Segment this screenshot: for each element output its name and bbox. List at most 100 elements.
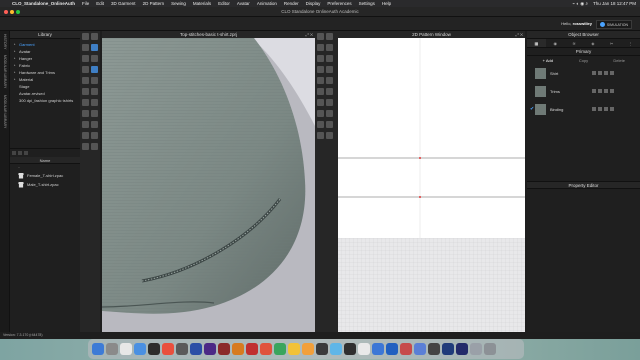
chrome-icon[interactable]	[246, 343, 258, 355]
copy-icon[interactable]	[604, 107, 608, 111]
grain-icon[interactable]	[317, 99, 324, 106]
symmetry-icon[interactable]	[326, 110, 333, 117]
menu-file[interactable]: File	[82, 1, 89, 6]
illustrator-icon[interactable]	[232, 343, 244, 355]
simulation-button[interactable]: SIMULATION	[595, 20, 632, 29]
news-icon[interactable]	[400, 343, 412, 355]
clo-icon[interactable]	[344, 343, 356, 355]
hanger-tool-icon[interactable]	[82, 143, 89, 150]
notes-icon[interactable]	[288, 343, 300, 355]
menu-sewing[interactable]: Sewing	[171, 1, 186, 6]
sort-icon[interactable]	[24, 151, 28, 155]
piping-tool-icon[interactable]	[82, 110, 89, 117]
music-icon[interactable]	[358, 343, 370, 355]
messages-icon[interactable]	[274, 343, 286, 355]
texture-icon[interactable]	[326, 99, 333, 106]
file-item-male-tshirt[interactable]: Male_T-shirt.zpac	[10, 180, 80, 189]
menu-2d-pattern[interactable]: 2D Pattern	[143, 1, 165, 6]
library-item-hanger[interactable]: ▸ Hanger	[14, 55, 76, 62]
texture-tool-icon[interactable]	[82, 99, 89, 106]
window-controls-icon[interactable]: ⤢ ✕	[516, 32, 523, 37]
measure-tool-icon[interactable]	[91, 55, 98, 62]
library-item-stage[interactable]: Stage	[14, 83, 76, 90]
clock[interactable]: Thu Jan 18 12:47 PM	[593, 1, 636, 7]
pin-icon[interactable]	[592, 71, 596, 75]
image-icon[interactable]	[326, 132, 333, 139]
menu-preferences[interactable]: Preferences	[327, 1, 351, 6]
status-icons[interactable]: ⌁ ◐ ◉ ⌕	[572, 1, 588, 7]
fold-icon[interactable]	[317, 88, 324, 95]
minimize-window-button[interactable]	[10, 10, 14, 14]
avatar-tool-icon[interactable]	[91, 44, 98, 51]
copy-icon[interactable]	[604, 89, 608, 93]
maps-icon[interactable]	[414, 343, 426, 355]
segment-sewing-icon[interactable]	[326, 66, 333, 73]
terminal-icon[interactable]	[148, 343, 160, 355]
safari-icon[interactable]	[120, 343, 132, 355]
edit-curve-icon[interactable]	[326, 33, 333, 40]
puckering-tool-icon[interactable]	[91, 99, 98, 106]
app-store-icon[interactable]	[134, 343, 146, 355]
menu-avatar[interactable]: Avatar	[237, 1, 250, 6]
parent-folder-item[interactable]: ..	[10, 164, 80, 171]
ruler-icon[interactable]	[317, 132, 324, 139]
select-tool-icon[interactable]	[82, 33, 89, 40]
dart-icon[interactable]	[317, 66, 324, 73]
red-app-icon[interactable]	[260, 343, 272, 355]
menu-materials[interactable]: Materials	[193, 1, 211, 6]
pin-icon[interactable]	[592, 107, 596, 111]
edit-icon[interactable]	[598, 107, 602, 111]
copy-button[interactable]: Copy	[567, 56, 601, 65]
mail-icon[interactable]	[330, 343, 342, 355]
menubar-app-name[interactable]: CLO_Standalone_OnlineAuth	[12, 1, 75, 6]
tab-topstitch[interactable]: ≋	[565, 39, 584, 47]
tab-modular-library-2[interactable]: MODULAR LIBRARY	[0, 92, 10, 131]
sewing-tool-icon[interactable]	[91, 121, 98, 128]
window-controls-icon[interactable]: ⤢ ✕	[306, 32, 313, 37]
zipper-tool-icon[interactable]	[91, 77, 98, 84]
copy-icon[interactable]	[604, 71, 608, 75]
button-tool-icon[interactable]	[82, 77, 89, 84]
library-item-garment[interactable]: ▸ Garment	[14, 41, 76, 48]
menu-animation[interactable]: Animation	[257, 1, 277, 6]
delete-icon[interactable]	[610, 89, 614, 93]
finder-icon[interactable]	[92, 343, 104, 355]
calendar-icon[interactable]	[162, 343, 174, 355]
acrobat-icon[interactable]	[218, 343, 230, 355]
pleat-icon[interactable]	[317, 110, 324, 117]
delete-icon[interactable]	[610, 71, 614, 75]
stitch-tool-icon[interactable]	[82, 88, 89, 95]
internal-line-icon[interactable]	[326, 55, 333, 62]
au-icon[interactable]	[456, 343, 468, 355]
tab-fabric[interactable]: ▦	[527, 39, 546, 47]
text-icon[interactable]	[317, 121, 324, 128]
file-item-female-tshirt[interactable]: Female_T-shirt.zpac	[10, 171, 80, 180]
library-item-avatar-revised[interactable]: Avatar-revised	[14, 90, 76, 97]
zoom-window-button[interactable]	[16, 10, 20, 14]
downloads-icon[interactable]	[470, 343, 482, 355]
seam-allowance-icon[interactable]	[326, 88, 333, 95]
username[interactable]: rosswilley	[573, 21, 592, 26]
menu-display[interactable]: Display	[306, 1, 321, 6]
fold-tool-icon[interactable]	[82, 44, 89, 51]
menu-render[interactable]: Render	[284, 1, 299, 6]
move-tool-icon[interactable]	[91, 33, 98, 40]
menu-help[interactable]: Help	[382, 1, 391, 6]
3d-viewport[interactable]: Top-stitches-basic t-shirt.zprj ⤢ ✕	[102, 31, 315, 332]
free-sewing-icon[interactable]	[317, 77, 324, 84]
tab-modular-library[interactable]: MODULAR LIBRARY	[0, 52, 10, 91]
library-item-hardware[interactable]: ▸ Hardware and Trims	[14, 69, 76, 76]
edit-pattern-icon[interactable]	[317, 33, 324, 40]
notch-icon[interactable]	[326, 77, 333, 84]
circle-icon[interactable]	[317, 55, 324, 62]
garment-render[interactable]	[102, 31, 315, 332]
trim-tool-icon[interactable]	[91, 110, 98, 117]
fabric-tool-icon[interactable]	[91, 66, 98, 73]
photoshop-icon[interactable]	[190, 343, 202, 355]
graphic-tool-icon[interactable]	[91, 88, 98, 95]
fabric-item-binding[interactable]: ✔ Binding	[527, 101, 640, 117]
list-view-icon[interactable]	[18, 151, 22, 155]
library-item-material[interactable]: ▸ Material	[14, 76, 76, 83]
library-item-avatar[interactable]: ▸ Avatar	[14, 48, 76, 55]
settings-icon[interactable]	[176, 343, 188, 355]
